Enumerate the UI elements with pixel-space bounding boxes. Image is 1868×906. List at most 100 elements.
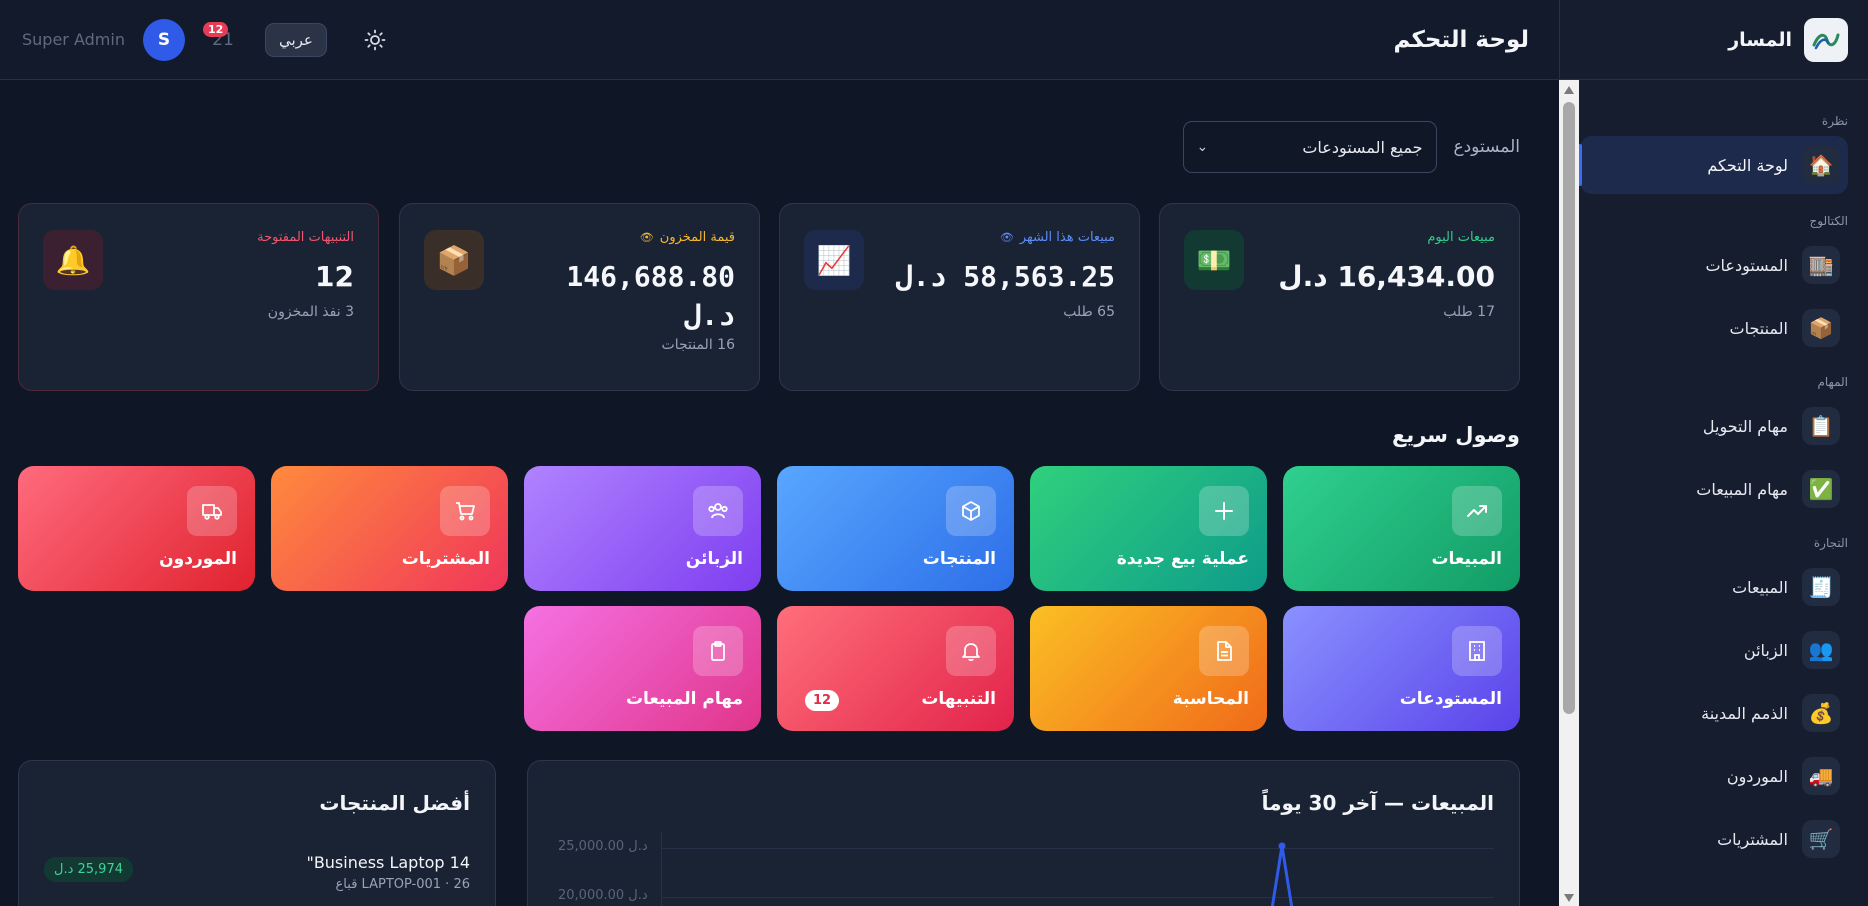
cart-icon: 🛒 [1802,820,1840,858]
stat-card-today-sales[interactable]: 💵 مبيعات اليوم 16,434.00 د.ل 17 طلب [1159,203,1520,391]
warehouse-filter: المستودع جميع المستودعات ⌄ [1183,121,1520,173]
sales-line-chart [1270,842,1294,906]
quick-card-label: الزبائن [685,549,743,569]
sidebar-item-label: الموردون [1726,766,1788,786]
sidebar-item-warehouses[interactable]: 🏬 المستودعات [1580,236,1848,294]
quick-card-label: المشتريات [401,549,490,569]
receipt-icon: 🧾 [1802,568,1840,606]
quick-card-label: التنبيهات [921,689,996,709]
stat-sub: 17 طلب [1443,304,1495,321]
sidebar-item-sales-tasks[interactable]: ✅ مهام المبيعات [1580,460,1848,518]
chart-up-icon: 📈 [804,230,864,290]
sidebar-item-transfer-tasks[interactable]: 📋 مهام التحويل [1580,397,1848,455]
nav-section-catalog: الكتالوج [1809,214,1849,228]
sidebar-item-label: الذمم المدينة [1701,703,1788,723]
sales-series-line [1270,845,1294,906]
user-name[interactable]: Super Admin [22,30,125,49]
product-meta: LAPTOP-001 · 26 قباع [335,877,470,892]
top-products-title: أفضل المنتجات [319,791,470,815]
product-name: Business Laptop 14" [306,853,470,872]
stat-card-open-alerts[interactable]: 🔔 التنبيهات المفتوحة 12 3 نفذ المخزون [18,203,379,391]
stat-sub: 65 طلب [1063,304,1115,321]
quick-purchases-button[interactable]: المشتريات [271,466,508,591]
quick-warehouses-button[interactable]: المستودعات [1283,606,1520,731]
notifications-button[interactable]: 21 12 [202,20,243,60]
sidebar-item-dashboard[interactable]: 🏠 لوحة التحكم [1578,136,1848,194]
sidebar-item-products[interactable]: 📦 المنتجات [1580,299,1848,357]
building-icon [1452,626,1502,676]
sidebar-item-label: لوحة التحكم [1707,155,1788,175]
stat-sub: 16 المنتجات [661,337,735,354]
quick-access-title: وصول سريع [1392,423,1520,447]
stat-card-inventory-value[interactable]: 📦 قيمة المخزون 👁 146,688.80 د.ل 16 المنت… [399,203,760,391]
quick-card-label: الموردون [159,549,237,569]
language-button[interactable]: عربي [264,22,327,57]
scroll-thumb[interactable] [1563,102,1575,714]
sidebar-item-label: المبيعات [1732,577,1788,597]
notification-badge: 12 [202,21,229,37]
scroll-down-arrow-icon[interactable] [1564,894,1574,902]
sidebar-item-suppliers[interactable]: 🚚 الموردون [1580,747,1848,805]
list-item[interactable]: Business Laptop 14" LAPTOP-001 · 26 قباع… [44,853,470,903]
product-amount-badge: 25,974 د.ل [44,857,133,882]
quick-customers-button[interactable]: الزبائن [524,466,761,591]
quick-card-label: المستودعات [1399,689,1502,709]
sidebar-item-label: مهام المبيعات [1696,479,1788,499]
quick-card-label: المبيعات [1431,549,1502,569]
clipboard-icon [693,626,743,676]
eye-icon: 👁 [999,231,1014,244]
quick-accounting-button[interactable]: المحاسبة [1030,606,1267,731]
stat-value-line2: د.ل [684,299,735,333]
trending-up-icon [1452,486,1502,536]
sales-data-point [1278,842,1286,850]
check-icon: ✅ [1802,470,1840,508]
truck-icon [187,486,237,536]
main-scrollbar[interactable] [1559,80,1579,906]
quick-new-sale-button[interactable]: عملية بيع جديدة [1030,466,1267,591]
package-icon: 📦 [424,230,484,290]
users-icon: 👥 [1802,631,1840,669]
topbar: لوحة التحكم Super Admin S 21 12 عربي [0,0,1559,80]
brand-name: المسار [1728,28,1792,51]
sidebar-item-receivables[interactable]: 💰 الذمم المدينة [1580,684,1848,742]
stat-card-month-sales[interactable]: 📈 مبيعات هذا الشهر 👁 58,563.25 د.ل 65 طل… [779,203,1140,391]
quick-sales-button[interactable]: المبيعات [1283,466,1520,591]
users-icon [693,486,743,536]
cube-icon [946,486,996,536]
brand[interactable]: المسار [1560,0,1868,80]
stat-label: قيمة المخزون [659,230,735,245]
nav-section-tasks: المهام [1817,375,1848,389]
quick-suppliers-button[interactable]: الموردون [18,466,255,591]
quick-card-label: المحاسبة [1172,689,1249,709]
warehouse-select-value: جميع المستودعات [1302,137,1423,157]
eye-icon: 👁 [639,231,654,244]
sidebar-item-customers[interactable]: 👥 الزبائن [1580,621,1848,679]
main-content: المستودع جميع المستودعات ⌄ 💵 مبيعات اليو… [18,80,1520,906]
bell-icon: 🔔 [43,230,103,290]
top-products-panel: أفضل المنتجات Business Laptop 14" LAPTOP… [18,760,496,906]
sidebar: المسار نظرة 🏠 لوحة التحكم الكتالوج 🏬 الم… [1559,0,1868,906]
sales-chart-panel: المبيعات — آخر 30 يوماً 25,000.00 د.ل 20… [527,760,1520,906]
warehouse-icon: 🏬 [1802,246,1840,284]
sun-icon[interactable] [357,22,393,58]
alerts-count-badge: 12 [805,690,840,711]
quick-alerts-button[interactable]: التنبيهات 12 [777,606,1014,731]
page-title: لوحة التحكم [1393,26,1529,53]
chevron-down-icon: ⌄ [1196,139,1209,155]
cart-icon [440,486,490,536]
stats-row: 💵 مبيعات اليوم 16,434.00 د.ل 17 طلب 📈 مب… [18,203,1520,391]
sidebar-item-label: المنتجات [1729,318,1789,338]
home-icon: 🏠 [1802,146,1840,184]
quick-products-button[interactable]: المنتجات [777,466,1014,591]
sidebar-item-label: المشتريات [1717,829,1788,849]
quick-sales-tasks-button[interactable]: مهام المبيعات [524,606,761,731]
scroll-up-arrow-icon[interactable] [1564,86,1574,94]
warehouse-select[interactable]: جميع المستودعات ⌄ [1183,121,1438,173]
sidebar-item-sales[interactable]: 🧾 المبيعات [1580,558,1848,616]
sidebar-item-purchases[interactable]: 🛒 المشتريات [1580,810,1848,868]
sidebar-item-label: المستودعات [1705,255,1788,275]
quick-card-label: المنتجات [922,549,996,569]
clipboard-icon: 📋 [1802,407,1840,445]
avatar[interactable]: S [142,18,185,61]
bell-icon [946,626,996,676]
